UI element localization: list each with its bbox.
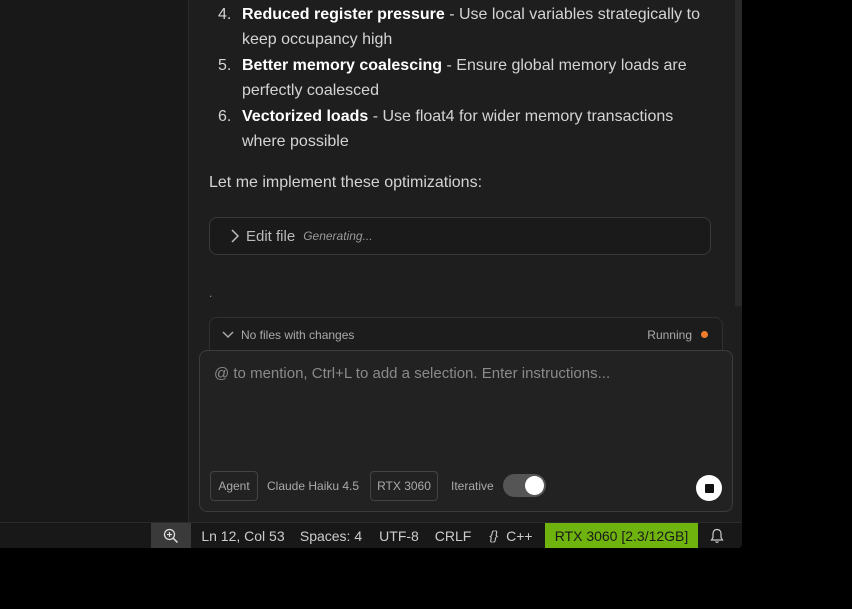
generating-status: Generating... — [303, 229, 373, 243]
list-number: 5. — [218, 57, 232, 74]
chevron-right-icon — [228, 229, 242, 243]
running-indicator-icon — [701, 331, 708, 338]
list-item: 5. Better memory coalescing - Ensure glo… — [189, 53, 709, 103]
changes-bar[interactable]: No files with changes Running — [209, 317, 723, 351]
list-item-title: Reduced register pressure — [242, 6, 445, 23]
changes-label: No files with changes — [241, 327, 355, 342]
app-window: 4. Reduced register pressure - Use local… — [0, 0, 742, 548]
loading-dot: . — [209, 286, 213, 300]
encoding[interactable]: UTF-8 — [376, 523, 422, 548]
list-item: 6. Vectorized loads - Use float4 for wid… — [189, 104, 709, 154]
iterative-toggle[interactable] — [503, 474, 546, 497]
list-item: 4. Reduced register pressure - Use local… — [189, 2, 709, 52]
language-label: C++ — [506, 527, 533, 544]
edit-file-label: Edit file — [246, 227, 296, 245]
line-ending[interactable]: CRLF — [433, 523, 473, 548]
running-status: Running — [647, 327, 692, 342]
list-item-title: Vectorized loads — [242, 108, 369, 125]
gpu-selector[interactable]: RTX 3060 — [370, 471, 438, 501]
chat-input[interactable] — [212, 363, 721, 457]
zoom-in-icon — [163, 528, 179, 543]
list-item-desc: - Use local variables strategically to — [444, 6, 700, 23]
list-item-desc-cont: perfectly coalesced — [242, 82, 379, 99]
toggle-knob — [525, 476, 544, 495]
stop-button[interactable] — [696, 475, 722, 501]
status-bar: Ln 12, Col 53 Spaces: 4 UTF-8 CRLF {} C+… — [0, 522, 742, 548]
edit-file-tool-call[interactable]: Edit file Generating... — [209, 217, 711, 255]
chat-composer: Agent Claude Haiku 4.5 RTX 3060 Iterativ… — [199, 350, 733, 512]
list-item-desc-cont: keep occupancy high — [242, 31, 393, 48]
chat-panel: 4. Reduced register pressure - Use local… — [189, 0, 742, 522]
iterative-label: Iterative — [451, 479, 494, 493]
list-number: 4. — [218, 6, 232, 23]
list-item-title: Better memory coalescing — [242, 57, 443, 74]
language-mode[interactable]: {} C++ — [481, 523, 541, 548]
editor-pane[interactable] — [0, 0, 189, 522]
stop-icon — [704, 483, 714, 493]
chevron-down-icon — [222, 329, 234, 341]
assistant-message: Let me implement these optimizations: — [209, 174, 483, 191]
bell-icon — [710, 528, 724, 543]
cursor-position[interactable]: Ln 12, Col 53 — [198, 523, 288, 548]
braces-icon: {} — [489, 528, 499, 543]
chat-scrollbar[interactable] — [735, 0, 742, 306]
mode-selector[interactable]: Agent — [210, 471, 258, 501]
gpu-status[interactable]: RTX 3060 [2.3/12GB] — [545, 523, 698, 548]
model-selector[interactable]: Claude Haiku 4.5 — [267, 479, 359, 493]
indentation[interactable]: Spaces: 4 — [298, 523, 364, 548]
list-number: 6. — [218, 108, 232, 125]
list-item-desc-cont: where possible — [242, 133, 349, 150]
list-item-desc: - Ensure global memory loads are — [442, 57, 687, 74]
list-item-desc: - Use float4 for wider memory transactio… — [368, 108, 674, 125]
optimization-list: 4. Reduced register pressure - Use local… — [189, 2, 709, 155]
notifications-button[interactable] — [704, 523, 730, 548]
zoom-button[interactable] — [151, 523, 191, 548]
